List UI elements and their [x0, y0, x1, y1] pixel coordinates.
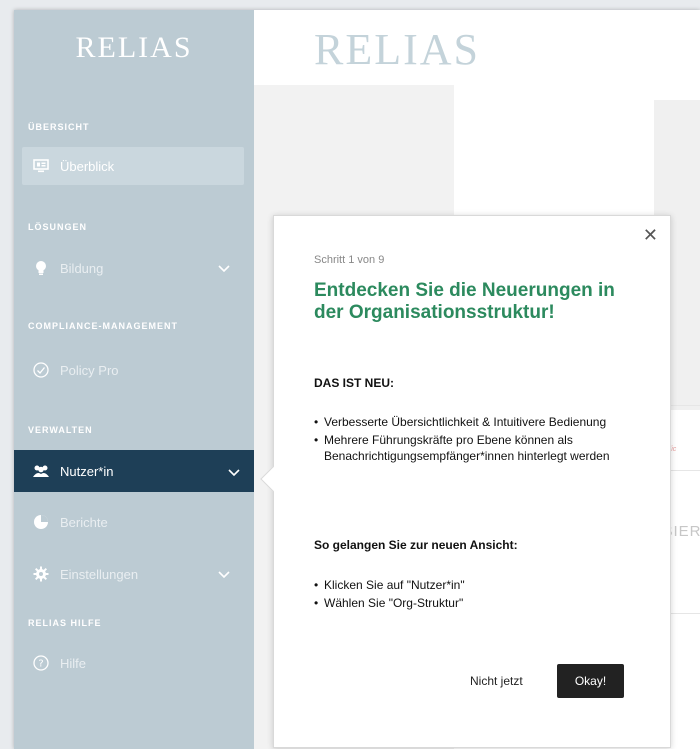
not-now-button[interactable]: Nicht jetzt [470, 674, 523, 688]
onboarding-popover: ✕ Schritt 1 von 9 Entdecken Sie die Neue… [260, 215, 671, 748]
sidebar-item-reports[interactable]: Berichte [22, 503, 244, 541]
top-bar: RELIAS [254, 10, 700, 85]
chevron-down-icon [218, 261, 230, 276]
sidebar-item-overview[interactable]: Überblick [22, 147, 244, 185]
check-circle-icon [32, 361, 50, 379]
new-features-list: Verbesserte Übersichtlichkeit & Intuitiv… [314, 414, 644, 467]
svg-text:?: ? [38, 659, 43, 670]
section-heading-compliance: COMPLIANCE-MANAGEMENT [28, 321, 178, 331]
sidebar: RELIAS ÜBERSICHT Überblick LÖSUNGEN Bild… [14, 10, 254, 749]
users-icon [32, 462, 50, 480]
sidebar-item-users[interactable]: Nutzer*in [14, 450, 254, 492]
okay-button[interactable]: Okay! [557, 664, 624, 698]
section-heading-solutions: LÖSUNGEN [28, 222, 88, 232]
lightbulb-icon [32, 259, 50, 277]
section-heading-help: RELIAS HILFE [28, 618, 102, 628]
new-features-heading: DAS IST NEU: [314, 376, 395, 390]
app-window: RELIAS ÜBERSICHT Überblick LÖSUNGEN Bild… [14, 10, 700, 749]
list-item: Mehrere Führungskräfte pro Ebene können … [314, 432, 644, 464]
close-icon[interactable]: ✕ [643, 226, 658, 244]
sidebar-item-label: Hilfe [60, 655, 87, 671]
section-heading-manage: VERWALTEN [28, 425, 93, 435]
list-item: Verbesserte Übersichtlichkeit & Intuitiv… [314, 414, 644, 430]
popover-title: Entdecken Sie die Neuerungen in der Orga… [314, 280, 615, 323]
help-circle-icon: ? [32, 654, 50, 672]
pie-chart-icon [32, 513, 50, 531]
sidebar-item-settings[interactable]: Einstellungen [22, 555, 244, 593]
sidebar-item-policy-pro[interactable]: Policy Pro [22, 351, 244, 389]
sidebar-item-label: Nutzer*in [60, 463, 114, 479]
section-heading-overview: ÜBERSICHT [28, 122, 90, 132]
sidebar-item-label: Bildung [60, 260, 104, 276]
monitor-icon [32, 157, 50, 175]
sidebar-item-label: Überblick [60, 158, 115, 174]
step-indicator: Schritt 1 von 9 [314, 254, 385, 266]
how-to-heading: So gelangen Sie zur neuen Ansicht: [314, 538, 518, 552]
chevron-down-icon [218, 567, 230, 582]
how-to-list: Klicken Sie auf "Nutzer*in" Wählen Sie "… [314, 577, 644, 613]
sidebar-item-label: Policy Pro [60, 362, 119, 378]
sidebar-item-help[interactable]: ? Hilfe [22, 644, 244, 682]
chevron-down-icon [228, 465, 240, 480]
list-item: Wählen Sie "Org-Struktur" [314, 595, 644, 611]
list-item: Klicken Sie auf "Nutzer*in" [314, 577, 644, 593]
sidebar-logo[interactable]: RELIAS [14, 10, 254, 85]
header-logo[interactable]: RELIAS [314, 24, 480, 75]
sidebar-item-label: Einstellungen [60, 566, 139, 582]
sidebar-item-label: Berichte [60, 514, 108, 530]
gear-icon [32, 565, 50, 583]
sidebar-item-education[interactable]: Bildung [22, 249, 244, 287]
